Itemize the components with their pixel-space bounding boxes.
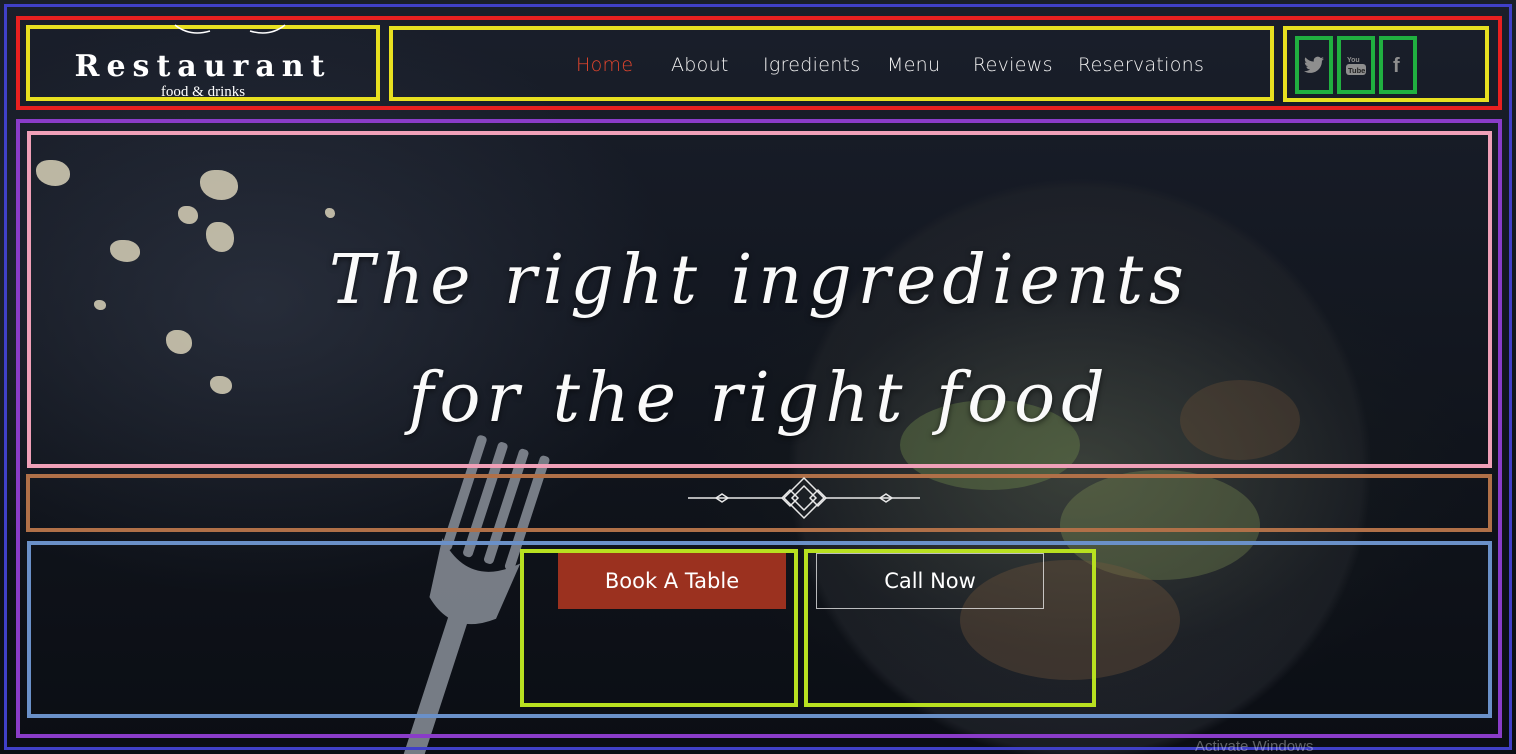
ornament-divider-icon <box>688 476 920 520</box>
facebook-button[interactable]: f <box>1379 36 1417 94</box>
social-links: You Tube f <box>1283 26 1489 102</box>
svg-text:Tube: Tube <box>1348 66 1365 75</box>
logo-ornament-icon <box>174 24 286 34</box>
logo-subtitle: food & drinks <box>160 84 246 100</box>
nav-item-reviews[interactable]: Reviews <box>973 54 1053 76</box>
nav-item-ingredients[interactable]: Igredients <box>763 54 861 76</box>
main-nav: Home About Igredients Menu Reviews Reser… <box>389 26 1274 101</box>
svg-text:f: f <box>1393 55 1400 76</box>
logo[interactable]: Restaurant food & drinks <box>26 24 380 101</box>
ornament-divider <box>26 474 1492 532</box>
youtube-button[interactable]: You Tube <box>1337 36 1375 94</box>
nav-item-home[interactable]: Home <box>576 54 633 76</box>
twitter-icon <box>1304 56 1324 73</box>
watermark-text: Activate Windows <box>1195 738 1314 754</box>
twitter-button[interactable] <box>1295 36 1333 94</box>
book-table-button[interactable]: Book A Table <box>558 553 786 609</box>
youtube-icon: You Tube <box>1346 57 1366 75</box>
facebook-icon: f <box>1393 55 1400 76</box>
hero-headline: The right ingredients for the right food <box>27 131 1492 468</box>
nav-item-menu[interactable]: Menu <box>887 54 940 76</box>
hero-line-2: for the right food <box>408 359 1111 438</box>
logo-title: Restaurant <box>74 49 332 84</box>
nav-item-reservations[interactable]: Reservations <box>1078 54 1204 76</box>
svg-text:You: You <box>1347 57 1360 64</box>
call-now-button[interactable]: Call Now <box>816 553 1044 609</box>
nav-item-about[interactable]: About <box>671 54 729 76</box>
hero-line-1: The right ingredients <box>329 241 1190 320</box>
